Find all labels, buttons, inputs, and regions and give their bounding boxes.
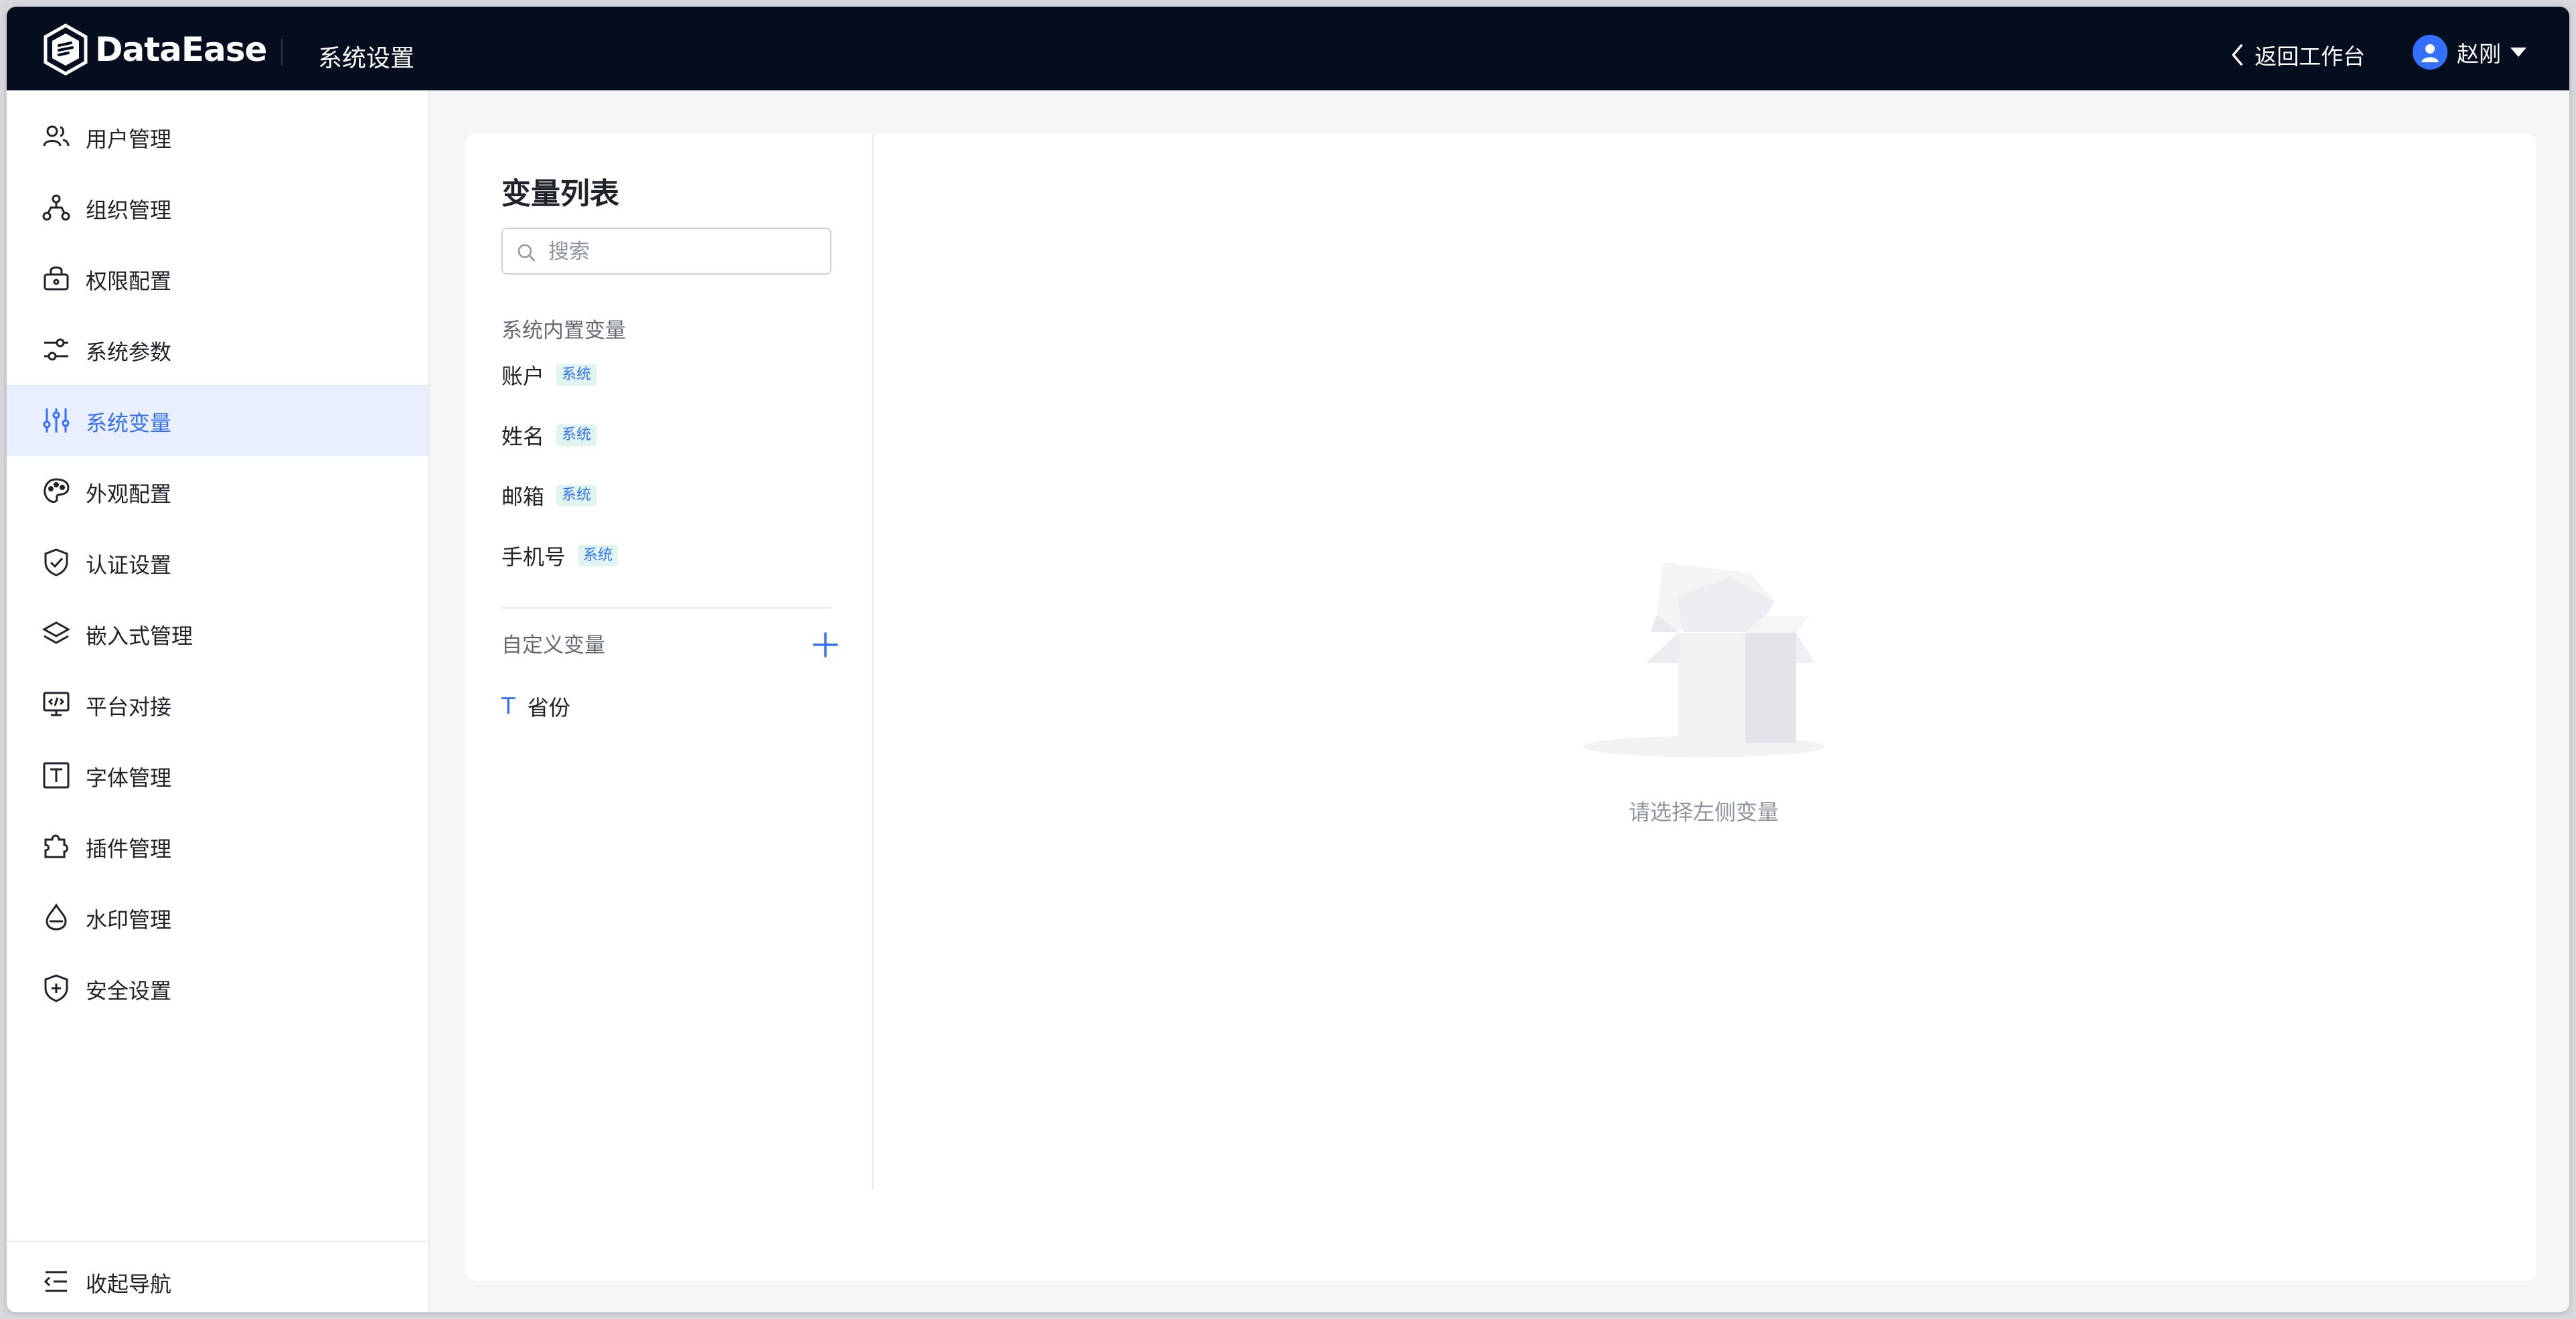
user-menu[interactable]: 赵刚 <box>2413 35 2526 70</box>
sidebar-item-label: 字体管理 <box>86 765 172 791</box>
collapse-nav-button[interactable]: 收起导航 <box>7 1246 428 1312</box>
sidebar-item-params[interactable]: 系统参数 <box>7 314 428 385</box>
caret-down-icon <box>2510 48 2526 57</box>
collapse-nav-label: 收起导航 <box>86 1271 172 1297</box>
page-title: 系统设置 <box>318 45 415 72</box>
header-divider <box>281 39 283 66</box>
variable-name: 省份 <box>527 695 570 720</box>
users-icon <box>43 125 70 147</box>
sidebar-item-label: 水印管理 <box>86 907 172 933</box>
variable-name: 账户 <box>501 364 545 389</box>
system-tag: 系统 <box>578 545 619 566</box>
variable-item[interactable]: 姓名 系统 <box>501 419 597 451</box>
sidebar-item-label: 嵌入式管理 <box>86 623 193 649</box>
add-variable-button[interactable] <box>810 629 841 660</box>
text-type-icon: T <box>501 693 515 720</box>
sidebar-item-plugins[interactable]: 插件管理 <box>7 811 428 882</box>
variable-item[interactable]: 邮箱 系统 <box>501 479 597 512</box>
sidebar-item-security[interactable]: 安全设置 <box>7 953 428 1024</box>
system-tag: 系统 <box>556 364 597 386</box>
variable-list-panel: 变量列表 系统内置变量 账户 系统 姓名 系统 邮箱 <box>465 134 874 1190</box>
chevron-left-icon <box>2232 44 2243 66</box>
font-icon <box>43 762 70 789</box>
sidebar-item-auth[interactable]: 认证设置 <box>7 527 428 598</box>
drop-icon <box>46 903 67 931</box>
custom-variable-item[interactable]: T 省份 <box>501 691 570 722</box>
logo[interactable]: DataEase <box>42 23 267 76</box>
permission-icon <box>44 266 69 291</box>
sidebar-item-appearance[interactable]: 外观配置 <box>7 456 428 527</box>
sidebar: 用户管理 组织管理 权限配置 系统参数 系统变量 外观配置 认证设置 嵌入式管理… <box>7 90 430 1312</box>
group-divider <box>501 607 831 609</box>
sidebar-divider <box>7 1241 428 1242</box>
main-area: 变量列表 系统内置变量 账户 系统 姓名 系统 邮箱 <box>430 90 2569 1312</box>
collapse-menu-icon <box>44 1271 67 1292</box>
variable-name: 邮箱 <box>501 484 545 510</box>
search-box[interactable] <box>501 228 831 275</box>
search-input[interactable] <box>547 236 817 268</box>
sidebar-item-permission[interactable]: 权限配置 <box>7 243 428 314</box>
sidebar-item-label: 安全设置 <box>86 978 172 1004</box>
sidebar-item-label: 系统参数 <box>86 339 172 365</box>
sidebar-item-variables[interactable]: 系统变量 <box>7 385 428 456</box>
empty-state-text: 请选择左侧变量 <box>1628 799 1779 825</box>
sidebar-item-users[interactable]: 用户管理 <box>7 101 428 172</box>
back-label: 返回工作台 <box>2255 44 2365 70</box>
palette-icon <box>44 478 70 503</box>
empty-box-illustration <box>1583 562 1824 757</box>
dataease-logo-icon <box>44 23 88 76</box>
puzzle-icon <box>44 834 68 858</box>
sidebar-item-label: 外观配置 <box>86 481 172 507</box>
variable-name: 手机号 <box>501 544 566 570</box>
variable-icon <box>43 408 70 433</box>
monitor-code-icon <box>43 692 70 716</box>
back-to-workbench-button[interactable]: 返回工作台 <box>2228 39 2365 71</box>
variable-list-title: 变量列表 <box>501 177 619 211</box>
search-icon <box>517 244 536 262</box>
app-window: DataEase 系统设置 返回工作台 赵刚 用户管理 组织管理 权限配置 系统… <box>7 7 2569 1312</box>
sidebar-item-embedded[interactable]: 嵌入式管理 <box>7 598 428 669</box>
builtin-group-label: 系统内置变量 <box>501 319 626 343</box>
shield-plus-icon <box>44 974 68 1002</box>
variable-item[interactable]: 账户 系统 <box>501 359 597 391</box>
sidebar-item-label: 平台对接 <box>86 694 172 720</box>
top-bar: DataEase 系统设置 返回工作台 赵刚 <box>7 7 2569 90</box>
logo-text: DataEase <box>95 30 267 69</box>
sliders-icon <box>44 338 68 361</box>
avatar <box>2413 35 2447 70</box>
variable-name: 姓名 <box>501 424 545 449</box>
sidebar-item-watermark[interactable]: 水印管理 <box>7 882 428 953</box>
sidebar-item-label: 组织管理 <box>86 198 172 223</box>
sidebar-item-label: 系统变量 <box>86 410 172 436</box>
shield-check-icon <box>44 548 68 576</box>
sidebar-item-fonts[interactable]: 字体管理 <box>7 740 428 811</box>
sidebar-item-label: 插件管理 <box>86 836 172 862</box>
system-tag: 系统 <box>556 424 597 446</box>
org-tree-icon <box>42 194 70 221</box>
sidebar-item-platform[interactable]: 平台对接 <box>7 669 428 740</box>
variable-item[interactable]: 手机号 系统 <box>501 540 619 572</box>
sidebar-item-label: 权限配置 <box>86 268 172 294</box>
sidebar-item-label: 认证设置 <box>86 552 172 578</box>
sidebar-item-label: 用户管理 <box>86 127 172 152</box>
user-name: 赵刚 <box>2457 41 2501 67</box>
content-card: 变量列表 系统内置变量 账户 系统 姓名 系统 邮箱 <box>465 134 2537 1281</box>
sidebar-item-org[interactable]: 组织管理 <box>7 172 428 243</box>
layers-icon <box>42 621 71 644</box>
custom-group-label: 自定义变量 <box>501 633 605 657</box>
user-avatar-icon <box>2421 44 2439 62</box>
system-tag: 系统 <box>556 485 597 506</box>
